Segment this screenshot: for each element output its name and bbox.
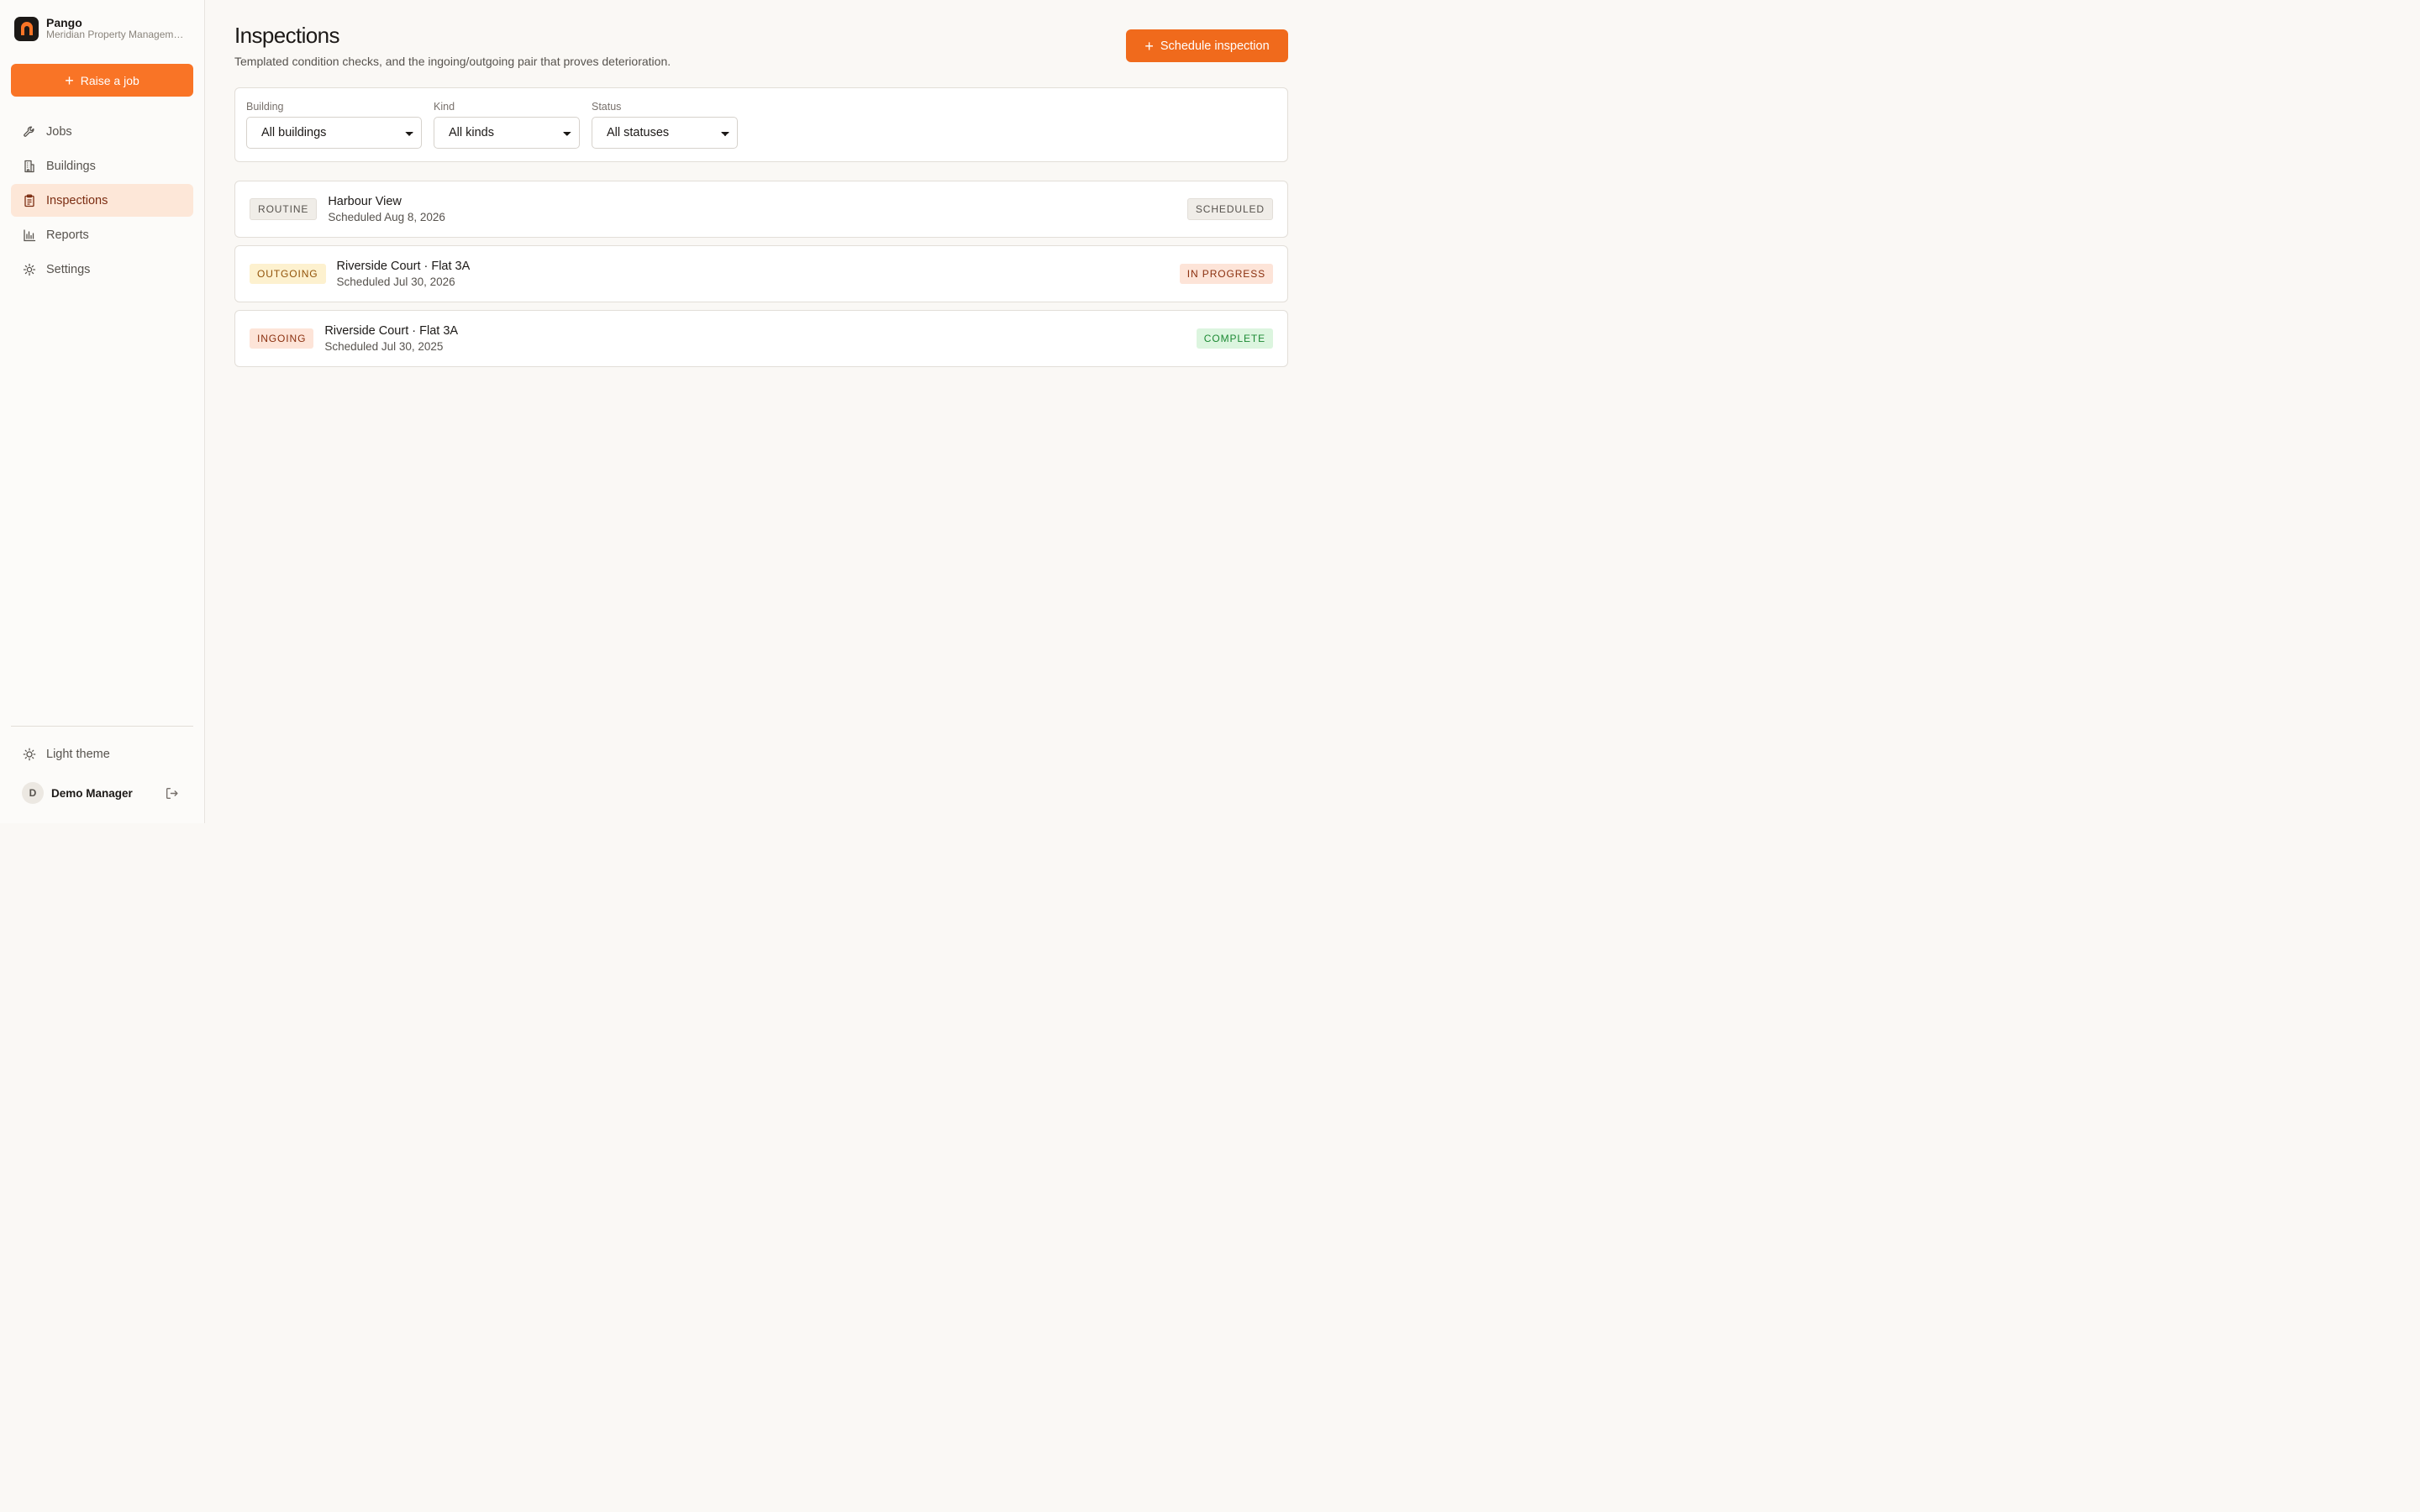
status-filter-label: Status: [592, 101, 622, 113]
avatar[interactable]: D: [22, 782, 44, 804]
wrench-icon: [24, 126, 34, 137]
sidebar-item-label: Settings: [46, 262, 91, 276]
user-name: Demo Manager: [51, 786, 133, 800]
raise-job-label: Raise a job: [80, 73, 139, 87]
bar-chart-icon: [24, 228, 36, 241]
inspection-title: Riverside Court · Flat 3A: [324, 324, 459, 338]
theme-toggle-label: Light theme: [46, 748, 110, 761]
sidebar-nav: Jobs Buildings Inspections Reports Setti…: [11, 115, 193, 286]
sidebar-item-jobs[interactable]: Jobs: [11, 115, 193, 148]
brand-text: Pango Meridian Property Management: [46, 16, 185, 41]
kind-select[interactable]: All kinds: [434, 117, 580, 149]
page-subtitle: Templated condition checks, and the ingo…: [234, 55, 671, 68]
inspection-date: Scheduled Aug 8, 2026: [328, 211, 445, 223]
main-content: Inspections Templated condition checks, …: [205, 0, 1318, 823]
sidebar-item-reports[interactable]: Reports: [11, 218, 193, 251]
kind-badge: INGOING: [250, 328, 314, 349]
sidebar-item-label: Inspections: [46, 193, 108, 207]
status-badge: SCHEDULED: [1186, 198, 1273, 220]
inspection-list: ROUTINE Harbour View Scheduled Aug 8, 20…: [234, 181, 1288, 367]
status-badge: COMPLETE: [1196, 328, 1273, 349]
inspection-info: Riverside Court · Flat 3A Scheduled Jul …: [324, 324, 1196, 353]
logout-icon[interactable]: [165, 786, 179, 801]
building-filter: Building All buildings: [246, 101, 422, 149]
page-heading: Inspections Templated condition checks, …: [234, 23, 671, 68]
status-badge: IN PROGRESS: [1179, 264, 1273, 284]
building-icon: [24, 160, 34, 172]
sun-icon: [23, 748, 36, 761]
plus-icon: +: [65, 71, 74, 89]
kind-filter: Kind All kinds: [434, 101, 580, 149]
clipboard-icon: [24, 194, 34, 207]
kind-badge: OUTGOING: [250, 264, 326, 284]
inspection-date: Scheduled Jul 30, 2026: [336, 276, 455, 288]
status-select[interactable]: All statuses: [592, 117, 738, 149]
plus-icon: +: [1144, 37, 1154, 55]
raise-job-button[interactable]: + Raise a job: [11, 64, 193, 97]
theme-toggle[interactable]: Light theme: [11, 738, 193, 771]
inspection-row[interactable]: ROUTINE Harbour View Scheduled Aug 8, 20…: [234, 181, 1288, 238]
status-filter: Status All statuses: [592, 101, 738, 149]
sidebar-item-inspections[interactable]: Inspections: [11, 184, 193, 217]
sidebar-item-label: Jobs: [46, 124, 72, 139]
inspection-row[interactable]: OUTGOING Riverside Court · Flat 3A Sched…: [234, 245, 1288, 302]
inspection-title: Harbour View: [328, 195, 402, 208]
brand[interactable]: Pango Meridian Property Management: [11, 15, 193, 42]
filter-bar: Building All buildings Kind All kinds St…: [234, 87, 1288, 162]
pango-logo-icon: [14, 16, 39, 41]
building-filter-label: Building: [246, 101, 284, 113]
inspection-title: Riverside Court · Flat 3A: [336, 260, 471, 273]
sidebar: Pango Meridian Property Management + Rai…: [0, 0, 205, 823]
sidebar-item-buildings[interactable]: Buildings: [11, 150, 193, 182]
gear-icon: [23, 263, 36, 276]
sidebar-item-settings[interactable]: Settings: [11, 253, 193, 286]
page-title: Inspections: [234, 23, 340, 48]
brand-org: Meridian Property Management: [46, 29, 185, 41]
sidebar-footer: Light theme D Demo Manager: [11, 726, 193, 823]
page-header: Inspections Templated condition checks, …: [234, 23, 1288, 68]
schedule-inspection-label: Schedule inspection: [1160, 39, 1270, 53]
inspection-date: Scheduled Jul 30, 2025: [324, 340, 444, 353]
inspection-info: Harbour View Scheduled Aug 8, 2026: [328, 195, 1187, 223]
inspection-info: Riverside Court · Flat 3A Scheduled Jul …: [337, 260, 1180, 288]
brand-name: Pango: [46, 16, 82, 30]
app: Pango Meridian Property Management + Rai…: [0, 0, 1318, 823]
schedule-inspection-button[interactable]: + Schedule inspection: [1126, 29, 1288, 62]
kind-filter-label: Kind: [434, 101, 455, 113]
user-menu: D Demo Manager: [11, 774, 193, 811]
sidebar-item-label: Buildings: [46, 159, 96, 173]
sidebar-item-label: Reports: [46, 228, 89, 242]
inspection-row[interactable]: INGOING Riverside Court · Flat 3A Schedu…: [234, 310, 1288, 367]
kind-badge: ROUTINE: [250, 198, 318, 220]
building-select[interactable]: All buildings: [246, 117, 422, 149]
